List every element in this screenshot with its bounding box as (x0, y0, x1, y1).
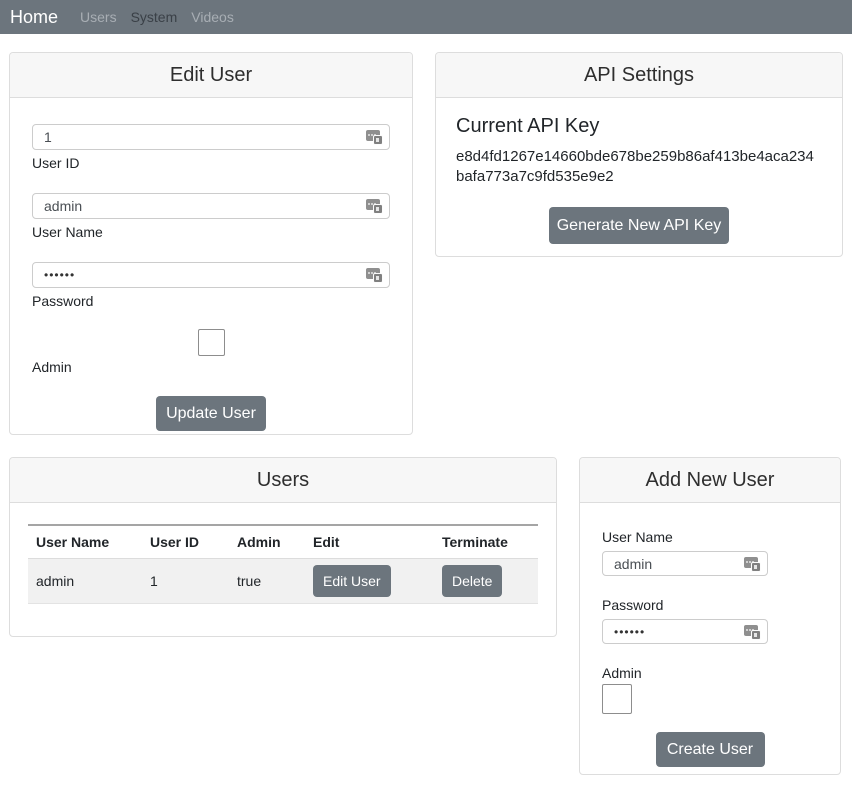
api-settings-title: API Settings (584, 64, 694, 87)
admin-checkbox[interactable] (198, 329, 225, 356)
autofill-icon-badge (751, 562, 761, 572)
current-api-key-heading: Current API Key (456, 115, 822, 138)
users-table-wrap: User Name User ID Admin Edit Terminate a… (10, 503, 556, 604)
users-title: Users (257, 469, 309, 492)
col-header-admin: Admin (229, 525, 305, 559)
create-user-button[interactable]: Create User (656, 732, 765, 767)
col-header-edit: Edit (305, 525, 434, 559)
add-new-user-form: User Name Password (580, 503, 840, 767)
table-row: admin 1 true Edit User Delete (28, 559, 538, 604)
page: Home Users System Videos Edit User User … (0, 0, 852, 790)
edit-user-form: User ID User Name (10, 98, 412, 431)
nav-videos-link[interactable]: Videos (191, 9, 234, 25)
row-edit-user-button[interactable]: Edit User (313, 565, 391, 597)
row-delete-button[interactable]: Delete (442, 565, 502, 597)
nav-users-link[interactable]: Users (80, 9, 117, 25)
new-admin-checkbox[interactable] (602, 684, 632, 714)
navbar: Home Users System Videos (0, 0, 852, 34)
col-header-terminate: Terminate (434, 525, 538, 559)
autofill-icon-badge (373, 204, 383, 214)
autofill-icon-badge (373, 273, 383, 283)
autofill-extension-icon[interactable] (366, 198, 383, 214)
edit-user-panel: Edit User User ID (9, 52, 413, 435)
users-table-header-row: User Name User ID Admin Edit Terminate (28, 525, 538, 559)
add-new-user-title: Add New User (646, 469, 775, 492)
new-admin-checkbox-group: Admin (602, 665, 818, 714)
autofill-extension-icon[interactable] (744, 624, 761, 640)
add-new-user-panel: Add New User User Name Password (579, 457, 841, 775)
cell-user-name: admin (28, 559, 142, 604)
api-key-value: e8d4fd1267e14660bde678be259b86af413be4ac… (456, 147, 822, 187)
new-admin-label: Admin (602, 665, 818, 681)
password-input[interactable] (32, 262, 390, 288)
users-table: User Name User ID Admin Edit Terminate a… (28, 524, 538, 604)
user-name-label: User Name (32, 224, 390, 240)
new-user-name-label: User Name (602, 529, 818, 545)
users-panel-header: Users (10, 458, 556, 503)
update-user-button[interactable]: Update User (156, 396, 266, 431)
admin-checkbox-group: Admin (32, 329, 390, 375)
user-id-label: User ID (32, 155, 390, 171)
edit-user-panel-header: Edit User (10, 53, 412, 98)
password-label: Password (32, 293, 390, 309)
user-name-input[interactable] (32, 193, 390, 219)
edit-user-title: Edit User (170, 64, 252, 87)
autofill-extension-icon[interactable] (366, 267, 383, 283)
autofill-icon-badge (751, 630, 761, 640)
nav-system-link[interactable]: System (131, 9, 178, 25)
cell-admin: true (229, 559, 305, 604)
api-settings-panel: API Settings Current API Key e8d4fd1267e… (435, 52, 843, 257)
users-panel: Users User Name User ID Admin Edit Termi… (9, 457, 557, 637)
col-header-user-name: User Name (28, 525, 142, 559)
autofill-extension-icon[interactable] (744, 556, 761, 572)
new-password-label: Password (602, 597, 818, 613)
api-settings-panel-header: API Settings (436, 53, 842, 98)
generate-api-key-button[interactable]: Generate New API Key (549, 207, 729, 244)
api-settings-body: Current API Key e8d4fd1267e14660bde678be… (436, 98, 842, 244)
autofill-extension-icon[interactable] (366, 129, 383, 145)
col-header-user-id: User ID (142, 525, 229, 559)
add-new-user-panel-header: Add New User (580, 458, 840, 503)
autofill-icon-badge (373, 135, 383, 145)
cell-user-id: 1 (142, 559, 229, 604)
admin-label: Admin (32, 359, 390, 375)
nav-home-link[interactable]: Home (10, 7, 58, 28)
user-id-input[interactable] (32, 124, 390, 150)
